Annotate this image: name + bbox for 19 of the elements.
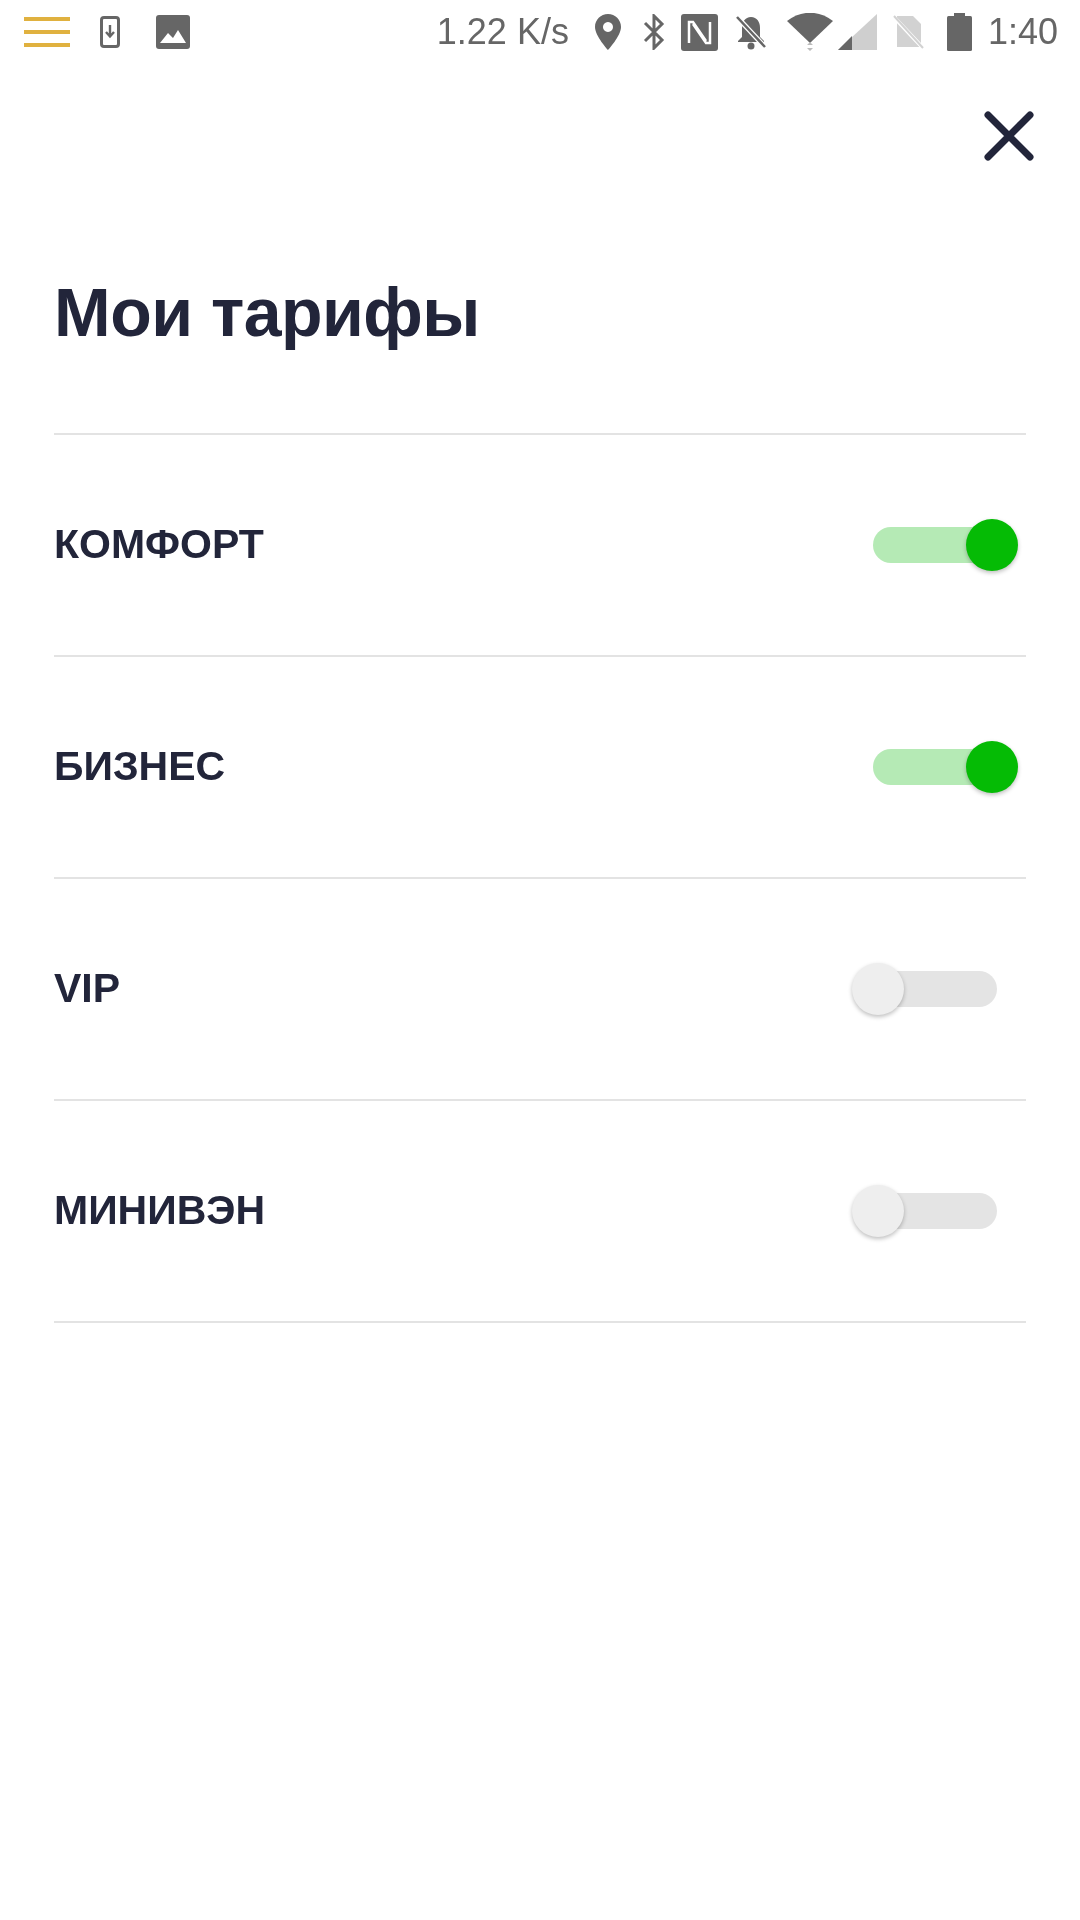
tariff-name: VIP [54, 964, 121, 1014]
nfc-icon [680, 13, 718, 51]
page-title: Мои тарифы [54, 273, 481, 352]
bluetooth-icon [642, 14, 665, 50]
clock-time: 1:40 [987, 14, 1058, 50]
tariff-name: БИЗНЕС [54, 742, 226, 792]
wifi-icon [786, 13, 833, 51]
close-button[interactable] [983, 110, 1035, 162]
sim-off-icon [892, 14, 925, 50]
location-pin-icon [594, 14, 621, 50]
muted-bell-icon [733, 14, 768, 50]
network-speed: 1.22 K/s [436, 14, 569, 50]
battery-icon [946, 13, 972, 51]
tariff-name: МИНИВЭН [54, 1186, 266, 1236]
menu-icon [24, 17, 70, 47]
signal-icon [837, 14, 877, 50]
tariff-name: КОМФОРТ [54, 520, 264, 570]
image-icon [156, 15, 190, 49]
phone-download-icon [100, 16, 120, 48]
